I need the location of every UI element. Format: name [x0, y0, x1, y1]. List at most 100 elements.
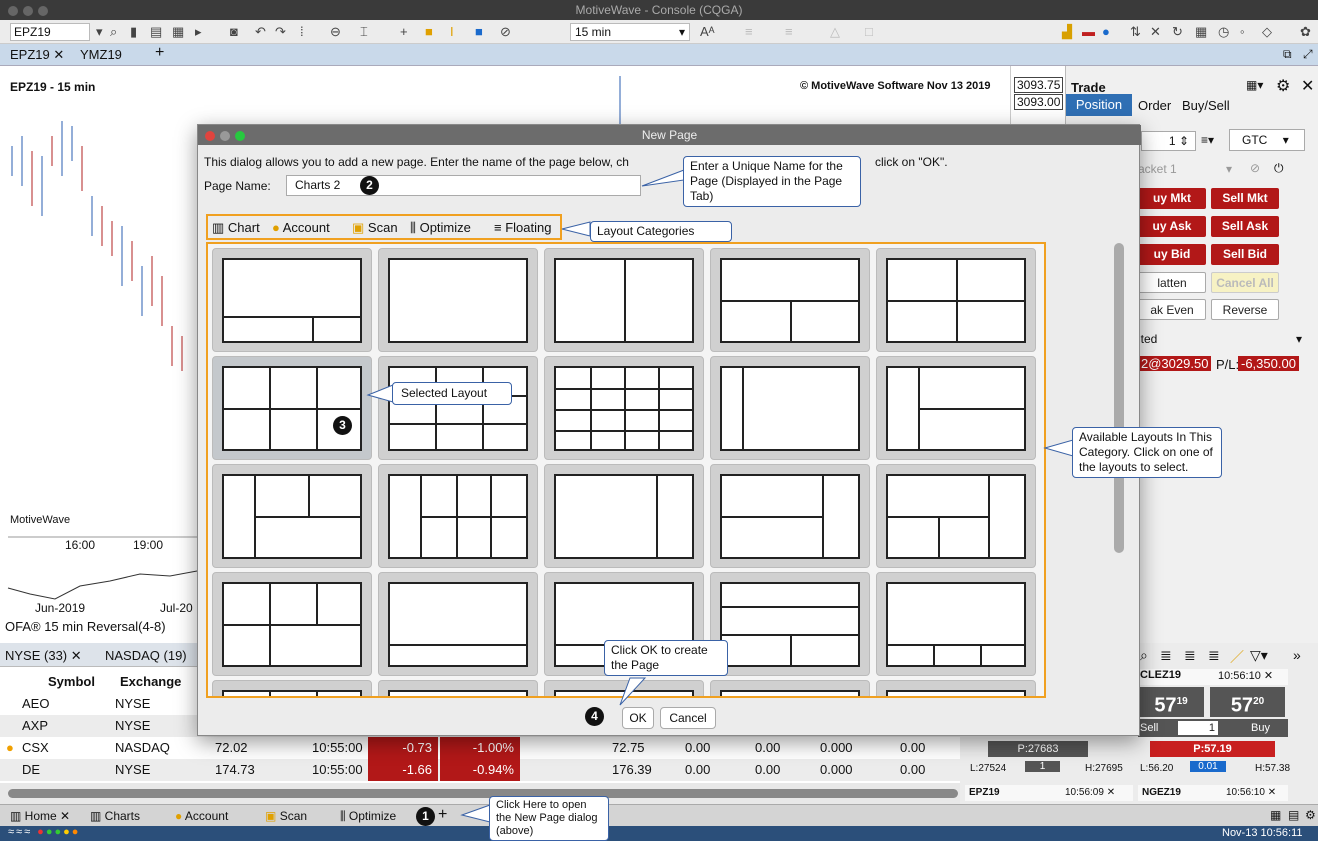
- undo-icon[interactable]: ↶: [255, 24, 266, 40]
- reverse-button[interactable]: Reverse: [1211, 299, 1279, 320]
- db-icon[interactable]: ≣: [1160, 647, 1172, 664]
- more-icon[interactable]: »: [1293, 647, 1301, 663]
- table-row[interactable]: DE NYSE 174.73 10:55:00 -1.66 -0.94% 176…: [0, 759, 960, 781]
- col-symbol[interactable]: Symbol: [48, 671, 95, 693]
- page-tab-optimize[interactable]: ⫼ Optimize: [340, 809, 396, 824]
- layout-option[interactable]: [212, 680, 372, 696]
- tools-icon[interactable]: ✕: [1150, 24, 1161, 40]
- layout-option[interactable]: [378, 248, 538, 352]
- layout-option[interactable]: [876, 356, 1036, 460]
- bar-icon[interactable]: ⁞: [300, 24, 304, 39]
- print-icon[interactable]: ▦: [172, 24, 184, 40]
- redo-icon[interactable]: ↷: [275, 24, 286, 40]
- add-tab-button[interactable]: +: [155, 44, 164, 62]
- layout-option[interactable]: [710, 248, 870, 352]
- layout-option[interactable]: [876, 680, 1036, 696]
- layout-option[interactable]: [710, 680, 870, 696]
- dom-ask-price[interactable]: 5720: [1210, 687, 1285, 717]
- tab-nyse[interactable]: NYSE (33) ✕: [5, 648, 82, 664]
- layout-option[interactable]: [212, 464, 372, 568]
- cancel-all-button[interactable]: Cancel All: [1211, 272, 1279, 293]
- bracket-dropdown-icon[interactable]: ▾: [1226, 162, 1232, 176]
- account-select[interactable]: ited: [1138, 332, 1157, 346]
- layout-option[interactable]: [378, 356, 538, 460]
- calculator-icon[interactable]: ▦▾: [1246, 78, 1263, 92]
- symbol-input[interactable]: EPZ19: [10, 23, 90, 41]
- sell-ask-button[interactable]: Sell Ask: [1211, 216, 1279, 237]
- gear-icon[interactable]: ⚙: [1305, 808, 1316, 822]
- qty-stepper[interactable]: 1 ⇕: [1141, 131, 1196, 151]
- bell-icon[interactable]: ●: [1102, 24, 1110, 39]
- sell-bid-button[interactable]: Sell Bid: [1211, 244, 1279, 265]
- dom-time[interactable]: 10:56:09 ✕: [1065, 785, 1115, 801]
- db-icon[interactable]: ≣: [1208, 647, 1220, 664]
- power-icon[interactable]: ⏻: [1274, 161, 1284, 176]
- attach-icon[interactable]: ⊘: [1250, 161, 1260, 175]
- dom-sell-button[interactable]: Sell: [1140, 719, 1158, 737]
- folder-icon[interactable]: ▸: [195, 24, 202, 40]
- calendar-icon[interactable]: ▦: [1195, 24, 1207, 40]
- dom-qty[interactable]: 1: [1178, 721, 1218, 735]
- tif-select[interactable]: GTC ▾: [1229, 129, 1305, 151]
- new-page-button[interactable]: +: [438, 806, 447, 824]
- dom-bid-price[interactable]: 5719: [1138, 687, 1204, 717]
- layout-option[interactable]: [544, 248, 704, 352]
- tab-nasdaq[interactable]: NASDAQ (19): [105, 648, 187, 663]
- category-scan[interactable]: ▣ Scan: [352, 220, 398, 236]
- tab-buysell[interactable]: Buy/Sell: [1182, 98, 1230, 113]
- orders-icon[interactable]: ⇅: [1130, 24, 1141, 40]
- page-tab-scan[interactable]: ▣ Scan: [265, 809, 307, 823]
- sell-mkt-button[interactable]: Sell Mkt: [1211, 188, 1279, 209]
- dom-time[interactable]: 10:56:10 ✕: [1226, 785, 1276, 801]
- bracket-select[interactable]: acket 1: [1138, 162, 1177, 176]
- layout-option[interactable]: [544, 464, 704, 568]
- layout-option[interactable]: [710, 572, 870, 676]
- triangle-icon[interactable]: △: [830, 24, 840, 40]
- popout-icon[interactable]: ⧉: [1283, 47, 1292, 62]
- page-name-input[interactable]: Charts 2: [286, 175, 641, 196]
- wand-icon[interactable]: ／: [1230, 647, 1244, 667]
- filter-icon[interactable]: ▽▾: [1250, 647, 1268, 664]
- page-tab-charts[interactable]: ▥ Charts: [90, 809, 140, 823]
- color-icon[interactable]: ■: [425, 24, 433, 39]
- ofa-icon[interactable]: ◦: [1240, 24, 1245, 39]
- window-controls[interactable]: [8, 5, 53, 19]
- dom-buy-button[interactable]: Buy: [1251, 719, 1270, 737]
- document-icon[interactable]: ▮: [130, 24, 137, 40]
- align-icon[interactable]: ≡: [745, 24, 753, 39]
- copy-icon[interactable]: ▤: [1288, 808, 1299, 822]
- dom-icon[interactable]: ▬: [1082, 24, 1095, 39]
- ok-button[interactable]: OK: [622, 707, 654, 729]
- layout-option[interactable]: [378, 464, 538, 568]
- chart-icon[interactable]: ▟: [1062, 24, 1072, 40]
- layout-option-selected[interactable]: [212, 356, 372, 460]
- dom-time[interactable]: 10:56:10 ✕: [1218, 669, 1273, 682]
- dropdown-icon[interactable]: ▾: [96, 24, 103, 40]
- tab-position[interactable]: Position: [1066, 94, 1132, 116]
- layout-option[interactable]: [378, 572, 538, 676]
- cancel-button[interactable]: Cancel: [660, 707, 716, 729]
- refresh-icon[interactable]: ↻: [1172, 24, 1183, 40]
- dialog-window-controls[interactable]: [205, 130, 250, 144]
- account-dropdown-icon[interactable]: ▾: [1296, 332, 1302, 346]
- page-tab-account[interactable]: ● Account: [175, 809, 228, 823]
- gear-icon[interactable]: ⚙: [1276, 76, 1290, 96]
- search-icon[interactable]: ⌕: [1140, 647, 1148, 664]
- tab-ymz19[interactable]: YMZ19: [80, 47, 122, 62]
- zoom-icon[interactable]: ⊖: [330, 24, 341, 40]
- grid-icon[interactable]: ▤: [150, 24, 162, 40]
- tab-order[interactable]: Order: [1138, 98, 1171, 113]
- layout-option[interactable]: [544, 680, 704, 696]
- horizontal-scrollbar[interactable]: [8, 789, 958, 798]
- settings-icon[interactable]: ✿: [1300, 24, 1311, 40]
- page-tab-home[interactable]: ▥ Home ✕: [10, 809, 70, 823]
- layout-icon[interactable]: ▦: [1270, 808, 1281, 822]
- close-icon[interactable]: ✕: [1301, 76, 1314, 96]
- db-icon[interactable]: ≣: [1184, 647, 1196, 664]
- layout-grid-scrollbar[interactable]: [1114, 243, 1124, 553]
- search-icon[interactable]: ⌕: [110, 24, 117, 40]
- qty-menu-icon[interactable]: ≡▾: [1201, 133, 1214, 147]
- col-exchange[interactable]: Exchange: [120, 671, 181, 693]
- line-style-icon[interactable]: ≡: [785, 24, 793, 39]
- category-floating[interactable]: ≡ Floating: [494, 220, 551, 235]
